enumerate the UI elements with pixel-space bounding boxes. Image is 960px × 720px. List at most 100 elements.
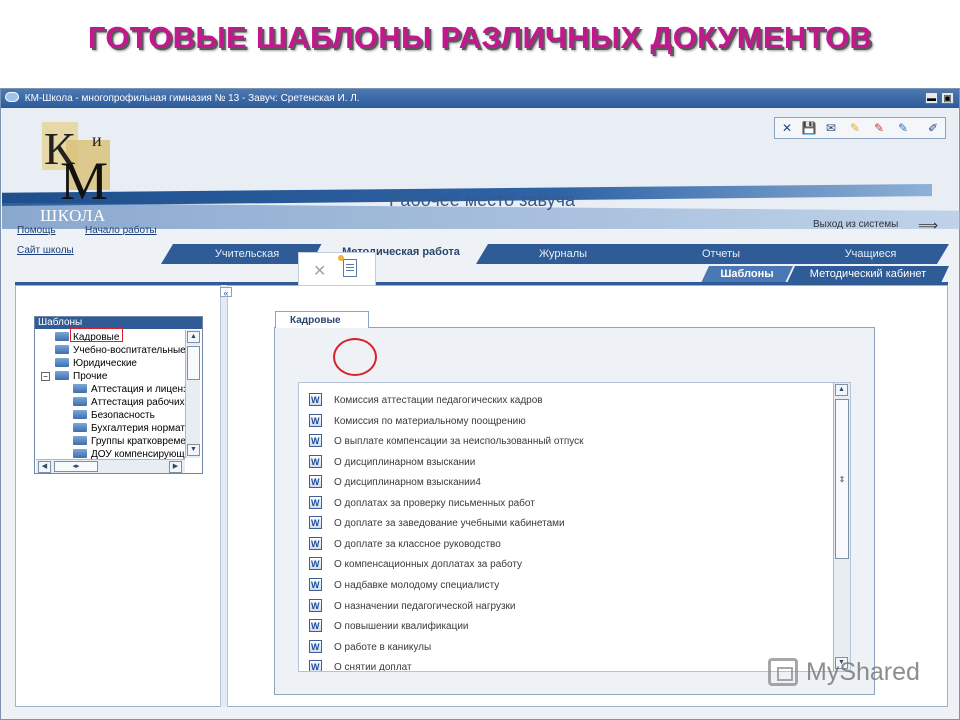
pen-yellow-icon[interactable]: ✎ xyxy=(847,120,863,136)
folder-icon xyxy=(55,371,69,380)
scroll-thumb[interactable]: ⇕ xyxy=(835,399,849,559)
list-item[interactable]: Комиссия по материальному поощрению xyxy=(309,413,526,430)
list-item[interactable]: О доплате за заведование учебными кабине… xyxy=(309,515,565,532)
pen-blue-icon[interactable]: ✎ xyxy=(895,120,911,136)
pen-red-icon[interactable]: ✎ xyxy=(871,120,887,136)
tab-students[interactable]: Учащиеся xyxy=(792,244,949,264)
list-item[interactable]: О доплате за классное руководство xyxy=(309,536,501,553)
folder-icon xyxy=(55,332,69,341)
tab-reports[interactable]: Отчеты xyxy=(635,244,807,264)
close-icon[interactable]: ✕ xyxy=(779,120,795,136)
folder-icon xyxy=(73,397,87,406)
word-document-icon xyxy=(309,413,322,429)
panel-splitter[interactable] xyxy=(220,285,228,707)
word-document-icon xyxy=(309,392,322,408)
tab-journals[interactable]: Журналы xyxy=(476,244,650,264)
km-school-logo: К и М ШКОЛА xyxy=(40,120,122,225)
window-title: КМ-Школа - многопрофильная гимназия № 13… xyxy=(24,93,360,104)
list-item[interactable]: О назначении педагогической нагрузки xyxy=(309,598,516,615)
list-item[interactable]: О надбавке молодому специалисту xyxy=(309,577,499,594)
folder-icon xyxy=(73,384,87,393)
folder-icon xyxy=(73,436,87,445)
list-item[interactable]: О компенсационных доплатах за работу xyxy=(309,556,522,573)
scroll-thumb[interactable] xyxy=(187,346,200,380)
word-document-icon xyxy=(309,598,322,614)
subtab-methodical-cabinet[interactable]: Методический кабинет xyxy=(787,266,949,283)
scroll-up-button[interactable]: ▲ xyxy=(835,384,848,396)
slide-title: ГОТОВЫЕ ШАБЛОНЫ РАЗЛИЧНЫХ ДОКУМЕНТОВ xyxy=(87,20,873,55)
tree-item-legal[interactable]: Юридические xyxy=(55,357,137,370)
help-link[interactable]: Помощь xyxy=(17,225,56,236)
logo-letter-m: М xyxy=(60,151,109,211)
tree-item-short-groups[interactable]: Группы кратковременного xyxy=(73,435,185,448)
tree-item-attestation-workplaces[interactable]: Аттестация рабочих мест xyxy=(73,396,185,409)
mail-icon[interactable]: ✉ xyxy=(823,120,839,136)
folder-icon xyxy=(55,345,69,354)
scroll-left-button[interactable]: ◀ xyxy=(38,461,51,473)
save-icon[interactable]: 💾 xyxy=(801,120,817,136)
list-item[interactable]: О дисциплинарном взыскании4 xyxy=(309,474,481,491)
documents-toolbar: ✕ xyxy=(298,252,376,286)
maximize-button[interactable]: ▣ xyxy=(941,92,954,104)
scroll-down-button[interactable]: ▼ xyxy=(187,444,200,456)
list-item[interactable]: О снятии доплат xyxy=(309,659,412,671)
hscroll-thumb[interactable]: ◂▸ xyxy=(54,461,98,472)
tab-kadrovye-group[interactable]: Кадровые xyxy=(275,311,369,328)
tree-vertical-scrollbar[interactable]: ▲ ▼ xyxy=(185,330,200,458)
folder-icon xyxy=(73,410,87,419)
start-link[interactable]: Начало работы xyxy=(85,225,157,236)
annotation-rectangle xyxy=(70,328,123,342)
minimize-button[interactable]: ▬ xyxy=(925,92,938,104)
scroll-up-button[interactable]: ▲ xyxy=(187,331,200,343)
tree-item-accounting[interactable]: Бухгалтерия нормативы xyxy=(73,422,185,435)
logo-school-text: ШКОЛА xyxy=(40,206,106,225)
collapse-panel-button[interactable]: « xyxy=(220,287,232,298)
word-document-icon xyxy=(309,618,322,634)
documents-vertical-scrollbar[interactable]: ▲ ⇕ ▼ xyxy=(833,383,850,671)
folder-icon xyxy=(73,423,87,432)
exit-arrow-icon[interactable]: ⟹ xyxy=(918,217,938,234)
list-item[interactable]: О доплатах за проверку письменных работ xyxy=(309,495,535,512)
logo-letter-i: и xyxy=(92,130,102,150)
documents-list: Комиссия аттестации педагогических кадро… xyxy=(298,382,851,672)
list-item[interactable]: О выплате компенсации за неиспользованны… xyxy=(309,433,584,450)
word-document-icon xyxy=(309,556,322,572)
word-document-icon xyxy=(309,515,322,531)
slide: ГОТОВЫЕ ШАБЛОНЫ РАЗЛИЧНЫХ ДОКУМЕНТОВ КМ-… xyxy=(0,0,960,720)
word-document-icon xyxy=(309,454,322,470)
school-site-link[interactable]: Сайт школы xyxy=(17,245,74,256)
watermark-text: MyShared xyxy=(806,658,920,686)
folder-icon xyxy=(73,449,87,458)
word-document-icon xyxy=(309,659,322,671)
list-item[interactable]: О дисциплинарном взыскании xyxy=(309,454,475,471)
annotation-circle xyxy=(333,338,377,376)
list-item[interactable]: Комиссия аттестации педагогических кадро… xyxy=(309,392,543,409)
tree-item-safety[interactable]: Безопасность xyxy=(73,409,185,422)
subtab-templates[interactable]: Шаблоны xyxy=(701,266,793,283)
exit-link[interactable]: Выход из системы xyxy=(813,219,898,230)
scroll-right-button[interactable]: ▶ xyxy=(169,461,182,473)
delete-icon[interactable]: ✕ xyxy=(313,261,326,281)
tree-horizontal-scrollbar[interactable]: ◀ ◂▸ ▶ xyxy=(36,459,185,473)
app-icon xyxy=(5,92,19,102)
workplace-title: Рабочее место завуча xyxy=(389,190,576,210)
word-document-icon xyxy=(309,474,322,490)
new-document-icon[interactable] xyxy=(338,255,357,277)
word-document-icon xyxy=(309,639,322,655)
list-item[interactable]: О работе в каникулы xyxy=(309,639,431,656)
sub-tabs: Шаблоны Методический кабинет xyxy=(701,266,949,283)
word-document-icon xyxy=(309,577,322,593)
myshared-watermark: MyShared xyxy=(768,656,938,692)
window-titlebar: КМ-Школа - многопрофильная гимназия № 13… xyxy=(1,89,959,108)
tree-expander-other[interactable]: − xyxy=(41,372,50,381)
tree-item-other[interactable]: Прочие xyxy=(55,370,107,383)
tree-item-attestation-licensing[interactable]: Аттестация и лицензирование xyxy=(73,383,185,396)
edit-icon[interactable]: ✐ xyxy=(925,120,941,136)
watermark-logo-icon xyxy=(768,658,798,686)
tree-item-educational[interactable]: Учебно-воспитательные xyxy=(55,344,185,357)
main-tabs: Учительская Методическая работа Журналы … xyxy=(161,244,949,264)
list-item[interactable]: О повышении квалификации xyxy=(309,618,469,635)
word-document-icon xyxy=(309,495,322,511)
top-toolbar: ✕ 💾 ✉ ✎ ✎ ✎ ✐ xyxy=(774,117,946,139)
word-document-icon xyxy=(309,433,322,449)
